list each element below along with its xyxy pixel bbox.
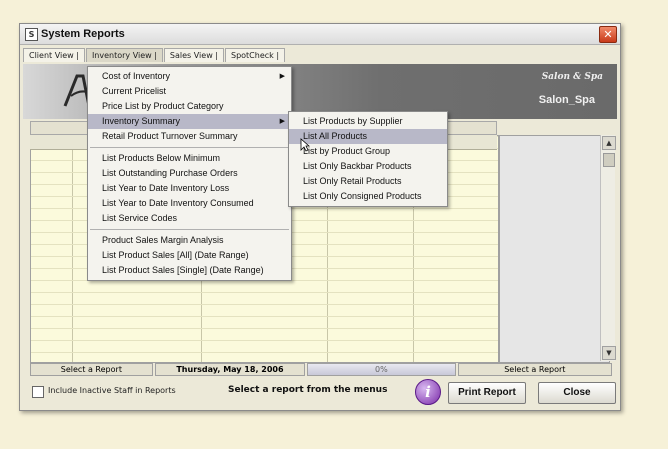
window-title: System Reports — [41, 28, 125, 40]
tab-sales-view[interactable]: Sales View | — [163, 48, 224, 62]
menu-item-product-sales-all[interactable]: List Product Sales [All] (Date Range) — [88, 248, 291, 263]
scroll-up-icon[interactable]: ▲ — [602, 136, 616, 150]
inventory-view-menu: Cost of Inventory ▶ Current Pricelist Pri… — [87, 66, 292, 281]
submenu-item-all-products[interactable]: List All Products — [289, 129, 447, 144]
title-bar[interactable]: S System Reports ✕ — [20, 24, 620, 45]
menu-item-retail-product-turnover[interactable]: Retail Product Turnover Summary — [88, 129, 291, 144]
menu-item-product-sales-single[interactable]: List Product Sales [Single] (Date Range) — [88, 263, 291, 278]
menu-item-service-codes[interactable]: List Service Codes — [88, 211, 291, 226]
menu-item-label: Cost of Inventory — [102, 71, 171, 81]
menu-item-ytd-inventory-consumed[interactable]: List Year to Date Inventory Consumed — [88, 196, 291, 211]
menu-item-product-sales-margin[interactable]: Product Sales Margin Analysis — [88, 233, 291, 248]
salon-tagline: Salon & Spa — [541, 72, 603, 82]
status-select-report-right: Select a Report — [457, 363, 612, 376]
close-button[interactable]: Close — [538, 382, 616, 404]
include-inactive-staff-checkbox[interactable] — [32, 386, 44, 398]
menu-item-outstanding-purchase-orders[interactable]: List Outstanding Purchase Orders — [88, 166, 291, 181]
submenu-item-consigned-products[interactable]: List Only Consigned Products — [289, 189, 447, 204]
menu-item-inventory-summary[interactable]: Inventory Summary ▶ — [88, 114, 291, 129]
menu-item-cost-of-inventory[interactable]: Cost of Inventory ▶ — [88, 69, 291, 84]
salon-name: Salon_Spa — [538, 94, 595, 106]
include-inactive-staff-label: Include Inactive Staff in Reports — [48, 386, 176, 395]
submenu-item-backbar-products[interactable]: List Only Backbar Products — [289, 159, 447, 174]
status-message: Select a report from the menus — [228, 385, 388, 395]
menu-separator — [90, 229, 289, 230]
menu-item-current-pricelist[interactable]: Current Pricelist — [88, 84, 291, 99]
vertical-scrollbar[interactable]: ▲ ▼ — [600, 135, 616, 361]
status-bar: Select a Report Thursday, May 18, 2006 0… — [30, 363, 614, 376]
menu-item-ytd-inventory-loss[interactable]: List Year to Date Inventory Loss — [88, 181, 291, 196]
menu-item-products-below-minimum[interactable]: List Products Below Minimum — [88, 151, 291, 166]
app-icon: S — [25, 28, 38, 41]
scroll-thumb[interactable] — [603, 153, 615, 167]
print-report-button[interactable]: Print Report — [448, 382, 526, 404]
inventory-summary-submenu: List Products by Supplier List All Produ… — [288, 111, 448, 207]
submenu-arrow-icon: ▶ — [279, 118, 285, 125]
status-progress: 0% — [307, 363, 456, 376]
status-date: Thursday, May 18, 2006 — [154, 363, 306, 376]
view-tabs: Client View | Inventory View | Sales Vie… — [23, 48, 286, 62]
submenu-item-by-product-group[interactable]: List by Product Group — [289, 144, 447, 159]
tab-inventory-view[interactable]: Inventory View | — [85, 48, 163, 62]
menu-item-price-list-by-category[interactable]: Price List by Product Category — [88, 99, 291, 114]
menu-item-label: Inventory Summary — [102, 116, 181, 126]
close-window-icon[interactable]: ✕ — [599, 26, 617, 43]
scroll-down-icon[interactable]: ▼ — [602, 346, 616, 360]
tab-client-view[interactable]: Client View | — [23, 48, 85, 62]
menu-separator — [90, 147, 289, 148]
report-preview-panel — [499, 135, 610, 363]
submenu-item-by-supplier[interactable]: List Products by Supplier — [289, 114, 447, 129]
tab-spotcheck[interactable]: SpotCheck | — [224, 48, 286, 62]
status-select-report-left: Select a Report — [30, 363, 153, 376]
info-icon[interactable]: i — [415, 379, 441, 405]
submenu-arrow-icon: ▶ — [279, 73, 285, 80]
submenu-item-retail-products[interactable]: List Only Retail Products — [289, 174, 447, 189]
mouse-cursor-icon — [300, 138, 310, 152]
